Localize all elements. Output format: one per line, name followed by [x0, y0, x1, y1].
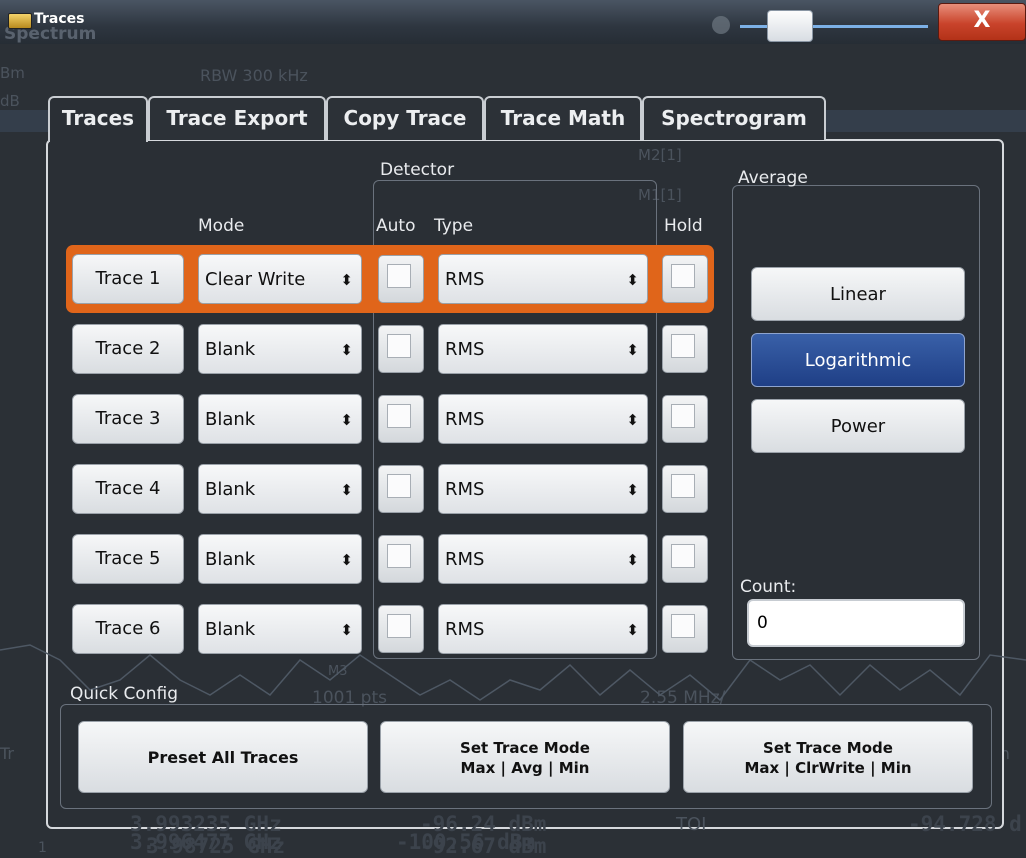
trace-4-auto-checkbox[interactable]	[378, 465, 424, 513]
bg-row3-index: 1	[38, 840, 47, 856]
trace-1-detector-dropdown[interactable]: RMS ⬍	[438, 254, 648, 304]
mode-header: Mode	[198, 216, 245, 236]
updown-arrow-icon: ⬍	[626, 621, 639, 639]
status-dot-icon	[712, 16, 730, 34]
tab-copy-trace[interactable]: Copy Trace	[326, 96, 484, 140]
detector-label: Detector	[380, 160, 455, 180]
button-line-2: Max | Avg | Min	[460, 759, 590, 777]
trace-6-detector-value: RMS	[445, 619, 485, 640]
trace-3-auto-checkbox[interactable]	[378, 395, 424, 443]
bg-unit-1: Bm	[0, 64, 25, 82]
trace-4-button[interactable]: Trace 4	[72, 464, 184, 514]
updown-arrow-icon: ⬍	[626, 341, 639, 359]
bg-row1-func: TOI	[676, 814, 707, 835]
average-logarithmic-button[interactable]: Logarithmic	[751, 333, 965, 387]
trace-2-detector-value: RMS	[445, 339, 485, 360]
updown-arrow-icon: ⬍	[626, 271, 639, 289]
updown-arrow-icon: ⬍	[340, 551, 353, 569]
trace-4-hold-checkbox[interactable]	[662, 465, 708, 513]
bg-row1-result: -94.728 d	[908, 812, 1022, 836]
updown-arrow-icon: ⬍	[626, 551, 639, 569]
type-header: Type	[434, 216, 474, 236]
button-line-1: Set Trace Mode	[460, 739, 590, 757]
trace-1-auto-checkbox[interactable]	[378, 255, 424, 303]
bg-unit-2: dB	[0, 92, 20, 110]
trace-4-mode-value: Blank	[205, 479, 256, 500]
trace-5-hold-checkbox[interactable]	[662, 535, 708, 583]
trace-2-auto-checkbox[interactable]	[378, 325, 424, 373]
count-label: Count:	[740, 577, 797, 597]
window-title: Traces	[34, 11, 85, 27]
hold-header: Hold	[664, 216, 703, 236]
trace-3-button[interactable]: Trace 3	[72, 394, 184, 444]
average-power-button[interactable]: Power	[751, 399, 965, 453]
updown-arrow-icon: ⬍	[340, 271, 353, 289]
trace-4-detector-value: RMS	[445, 479, 485, 500]
trace-4-detector-dropdown[interactable]: RMS ⬍	[438, 464, 648, 514]
bg-rbw: RBW 300 kHz	[200, 66, 308, 85]
tab-traces[interactable]: Traces	[48, 96, 148, 142]
trace-3-mode-value: Blank	[205, 409, 256, 430]
title-bar: Spectrum Traces X	[0, 0, 1026, 44]
trace-6-mode-value: Blank	[205, 619, 256, 640]
trace-1-mode-dropdown[interactable]: Clear Write ⬍	[198, 254, 362, 304]
updown-arrow-icon: ⬍	[626, 411, 639, 429]
updown-arrow-icon: ⬍	[340, 341, 353, 359]
trace-2-button[interactable]: Trace 2	[72, 324, 184, 374]
bg-row3-level: -92.67 dBm	[420, 834, 547, 858]
spectrum-app-icon	[8, 13, 32, 29]
trace-2-mode-dropdown[interactable]: Blank ⬍	[198, 324, 362, 374]
button-line-1: Set Trace Mode	[763, 739, 893, 757]
bg-marker-m2: M2[1]	[638, 146, 682, 164]
trace-3-hold-checkbox[interactable]	[662, 395, 708, 443]
bg-row3-freq: 3.98725 GHz	[146, 834, 286, 858]
trace-6-mode-dropdown[interactable]: Blank ⬍	[198, 604, 362, 654]
average-linear-button[interactable]: Linear	[751, 267, 965, 321]
updown-arrow-icon: ⬍	[340, 411, 353, 429]
updown-arrow-icon: ⬍	[626, 481, 639, 499]
close-button[interactable]: X	[938, 3, 1026, 41]
trace-1-mode-value: Clear Write	[205, 269, 306, 290]
trace-3-detector-dropdown[interactable]: RMS ⬍	[438, 394, 648, 444]
trace-6-hold-checkbox[interactable]	[662, 605, 708, 653]
trace-4-mode-dropdown[interactable]: Blank ⬍	[198, 464, 362, 514]
updown-arrow-icon: ⬍	[340, 481, 353, 499]
trace-5-detector-value: RMS	[445, 549, 485, 570]
transparency-slider-thumb[interactable]	[767, 10, 813, 42]
trace-1-detector-value: RMS	[445, 269, 485, 290]
trace-5-mode-value: Blank	[205, 549, 256, 570]
count-input[interactable]: 0	[747, 599, 965, 647]
trace-6-auto-checkbox[interactable]	[378, 605, 424, 653]
set-mode-max-clrwrite-min-button[interactable]: Set Trace Mode Max | ClrWrite | Min	[683, 721, 973, 793]
auto-header: Auto	[376, 216, 416, 236]
average-label: Average	[738, 168, 808, 188]
updown-arrow-icon: ⬍	[340, 621, 353, 639]
tab-trace-export[interactable]: Trace Export	[148, 96, 326, 140]
trace-5-auto-checkbox[interactable]	[378, 535, 424, 583]
quick-config-label: Quick Config	[70, 684, 179, 704]
trace-2-detector-dropdown[interactable]: RMS ⬍	[438, 324, 648, 374]
trace-5-mode-dropdown[interactable]: Blank ⬍	[198, 534, 362, 584]
trace-6-button[interactable]: Trace 6	[72, 604, 184, 654]
bg-table-left: Tr	[0, 744, 14, 763]
trace-3-detector-value: RMS	[445, 409, 485, 430]
trace-1-hold-checkbox[interactable]	[662, 255, 708, 303]
tab-spectrogram[interactable]: Spectrogram	[642, 96, 826, 140]
trace-6-detector-dropdown[interactable]: RMS ⬍	[438, 604, 648, 654]
trace-2-mode-value: Blank	[205, 339, 256, 360]
trace-2-hold-checkbox[interactable]	[662, 325, 708, 373]
preset-all-traces-button[interactable]: Preset All Traces	[78, 721, 368, 793]
trace-1-button[interactable]: Trace 1	[72, 254, 184, 304]
trace-3-mode-dropdown[interactable]: Blank ⬍	[198, 394, 362, 444]
button-line-2: Max | ClrWrite | Min	[744, 759, 912, 777]
trace-5-detector-dropdown[interactable]: RMS ⬍	[438, 534, 648, 584]
trace-5-button[interactable]: Trace 5	[72, 534, 184, 584]
tab-trace-math[interactable]: Trace Math	[484, 96, 642, 140]
set-mode-max-avg-min-button[interactable]: Set Trace Mode Max | Avg | Min	[380, 721, 670, 793]
